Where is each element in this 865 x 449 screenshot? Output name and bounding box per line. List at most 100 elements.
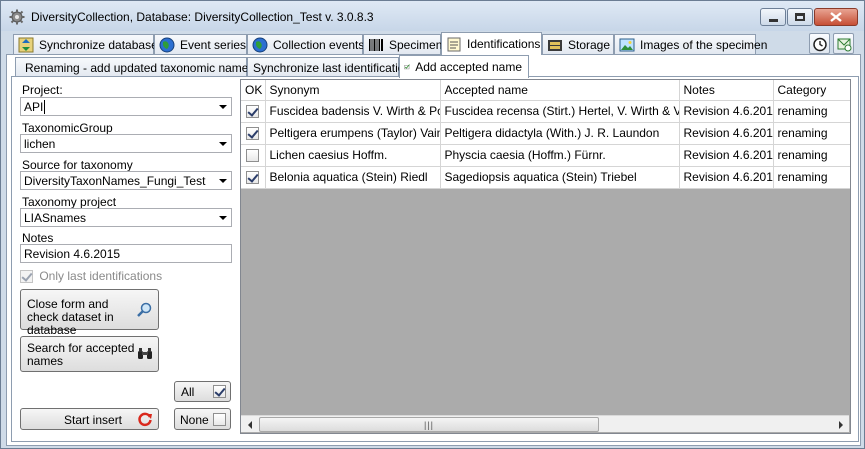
image-icon xyxy=(619,38,635,51)
chevron-down-icon[interactable] xyxy=(219,105,227,109)
category-cell[interactable]: renaming xyxy=(773,144,850,167)
ok-cell[interactable] xyxy=(241,166,266,189)
source-for-taxonomy-combobox[interactable]: DiversityTaxonNames_Fungi_Test xyxy=(20,171,232,190)
column-header-synonym[interactable]: Synonym xyxy=(265,80,441,101)
column-header-ok[interactable]: OK xyxy=(241,80,266,101)
search-for-accepted-names-button[interactable]: Search for accepted names xyxy=(20,336,159,372)
chevron-down-icon[interactable] xyxy=(219,216,227,220)
table-row[interactable]: Lichen caesius Hoffm. Physcia caesia (Ho… xyxy=(241,144,850,167)
row-ok-checkbox[interactable] xyxy=(246,149,260,163)
tab-specimen[interactable]: Specimen xyxy=(363,34,443,54)
project-combobox[interactable]: API xyxy=(20,97,232,116)
horizontal-scrollbar[interactable]: ||| xyxy=(241,415,849,432)
tab-label: Synchronize databases xyxy=(39,37,164,52)
maximize-button[interactable] xyxy=(787,8,813,26)
chevron-down-icon[interactable] xyxy=(219,142,227,146)
source-for-taxonomy-value: DiversityTaxonNames_Fungi_Test xyxy=(24,174,206,188)
search-for-accepted-names-label: Search for accepted names xyxy=(27,341,135,368)
accepted-name-cell[interactable]: Fuscidea recensa (Stirt.) Hertel, V. Wir… xyxy=(440,100,680,123)
project-label: Project: xyxy=(22,83,63,97)
tab-renaming-add-updated-taxonomic-name[interactable]: Renaming - add updated taxonomic name xyxy=(15,57,249,77)
tab-event-series[interactable]: Event series xyxy=(154,34,247,54)
taxonomic-group-value: lichen xyxy=(24,137,56,151)
tab-label: Images of the specimen xyxy=(640,37,768,52)
accepted-name-cell[interactable]: Physcia caesia (Hoffm.) Fürnr. xyxy=(440,144,680,167)
table-row[interactable]: Fuscidea badensis V. Wirth & Poelt Fusci… xyxy=(241,100,850,123)
accepted-name-cell[interactable]: Peltigera didactyla (With.) J. R. Laundo… xyxy=(440,122,680,145)
close-form-and-check-button[interactable]: Close form and check dataset in database xyxy=(20,289,159,337)
only-last-identifications-checkbox[interactable] xyxy=(20,270,33,284)
start-insert-button[interactable]: Start insert xyxy=(20,408,159,430)
tab-label: Specimen xyxy=(389,37,443,52)
magnifier-icon xyxy=(137,302,152,317)
notes-input[interactable]: Revision 4.6.2015 xyxy=(20,244,232,263)
tab-storage[interactable]: Storage xyxy=(542,34,614,54)
select-none-button[interactable]: None xyxy=(174,408,231,430)
binoculars-icon xyxy=(138,348,152,359)
feedback-button[interactable] xyxy=(833,33,854,54)
category-cell[interactable]: renaming xyxy=(773,100,850,123)
barcode-icon xyxy=(369,38,383,51)
chevron-right-icon xyxy=(838,420,843,429)
subtab-label: Renaming - add updated taxonomic name xyxy=(25,60,249,75)
tab-add-accepted-name[interactable]: Add accepted name xyxy=(399,55,529,78)
tab-collection-events[interactable]: Collection events xyxy=(247,34,365,54)
accepted-name-cell[interactable]: Sagediopsis aquatica (Stein) Triebel xyxy=(440,166,680,189)
globe-icon xyxy=(252,37,268,52)
project-value: API xyxy=(24,100,44,114)
table-row[interactable]: Belonia aquatica (Stein) Riedl Sagediops… xyxy=(241,166,850,189)
storage-icon xyxy=(548,39,562,51)
column-header-accepted-name[interactable]: Accepted name xyxy=(440,80,680,101)
synonym-cell[interactable]: Fuscidea badensis V. Wirth & Poelt xyxy=(265,100,441,123)
column-header-notes[interactable]: Notes xyxy=(679,80,774,101)
timer-button[interactable] xyxy=(809,33,830,54)
maximize-icon xyxy=(795,13,805,21)
mail-icon xyxy=(837,38,851,51)
tab-label: Identifications xyxy=(467,37,541,51)
table-row[interactable]: Peltigera erumpens (Taylor) Vain. Peltig… xyxy=(241,122,850,145)
row-ok-checkbox[interactable] xyxy=(246,171,260,185)
synonym-cell[interactable]: Peltigera erumpens (Taylor) Vain. xyxy=(265,122,441,145)
tab-identifications[interactable]: Identifications xyxy=(441,32,542,55)
ok-cell[interactable] xyxy=(241,100,266,123)
checked-checkbox-icon xyxy=(213,385,226,398)
main-tab-strip: Synchronize databases Event series Colle… xyxy=(1,32,864,55)
tab-label: Collection events xyxy=(273,37,365,52)
close-window-button[interactable] xyxy=(814,8,858,26)
table-header-row: OK Synonym Accepted name Notes Category xyxy=(241,80,850,101)
scroll-left-button[interactable] xyxy=(241,416,258,433)
category-cell[interactable]: renaming xyxy=(773,122,850,145)
refresh-icon xyxy=(138,412,152,427)
taxonomic-group-combobox[interactable]: lichen xyxy=(20,134,232,153)
notes-cell[interactable]: Revision 4.6.2015 xyxy=(679,100,774,123)
start-insert-label: Start insert xyxy=(64,413,123,427)
notes-cell[interactable]: Revision 4.6.2015 xyxy=(679,166,774,189)
synonym-cell[interactable]: Lichen caesius Hoffm. xyxy=(265,144,441,167)
chevron-left-icon xyxy=(247,420,252,429)
column-header-category[interactable]: Category xyxy=(773,80,850,101)
notes-cell[interactable]: Revision 4.6.2015 xyxy=(679,144,774,167)
ok-cell[interactable] xyxy=(241,122,266,145)
checklist-icon xyxy=(404,64,410,70)
synonym-cell[interactable]: Belonia aquatica (Stein) Riedl xyxy=(265,166,441,189)
row-ok-checkbox[interactable] xyxy=(246,127,260,141)
taxonomy-project-combobox[interactable]: LIASnames xyxy=(20,208,232,227)
none-label: None xyxy=(180,413,209,427)
notes-cell[interactable]: Revision 4.6.2015 xyxy=(679,122,774,145)
gear-icon xyxy=(9,9,25,25)
select-all-button[interactable]: All xyxy=(174,381,231,402)
chevron-down-icon[interactable] xyxy=(219,179,227,183)
title-bar[interactable]: DiversityCollection, Database: Diversity… xyxy=(1,1,864,31)
tab-synchronize-last-identification[interactable]: Synchronize last identification xyxy=(247,57,411,77)
only-last-identifications-option[interactable]: Only last identifications xyxy=(20,269,162,284)
scroll-thumb[interactable]: ||| xyxy=(259,417,599,432)
tab-images-of-the-specimen[interactable]: Images of the specimen xyxy=(614,34,767,54)
category-cell[interactable]: renaming xyxy=(773,166,850,189)
row-ok-checkbox[interactable] xyxy=(246,105,260,119)
tab-synchronize-databases[interactable]: Synchronize databases xyxy=(13,34,164,54)
ok-cell[interactable] xyxy=(241,144,266,167)
notepad-icon xyxy=(447,37,461,52)
minimize-button[interactable] xyxy=(760,8,786,26)
scroll-right-button[interactable] xyxy=(832,416,849,433)
globe-icon xyxy=(159,37,175,52)
